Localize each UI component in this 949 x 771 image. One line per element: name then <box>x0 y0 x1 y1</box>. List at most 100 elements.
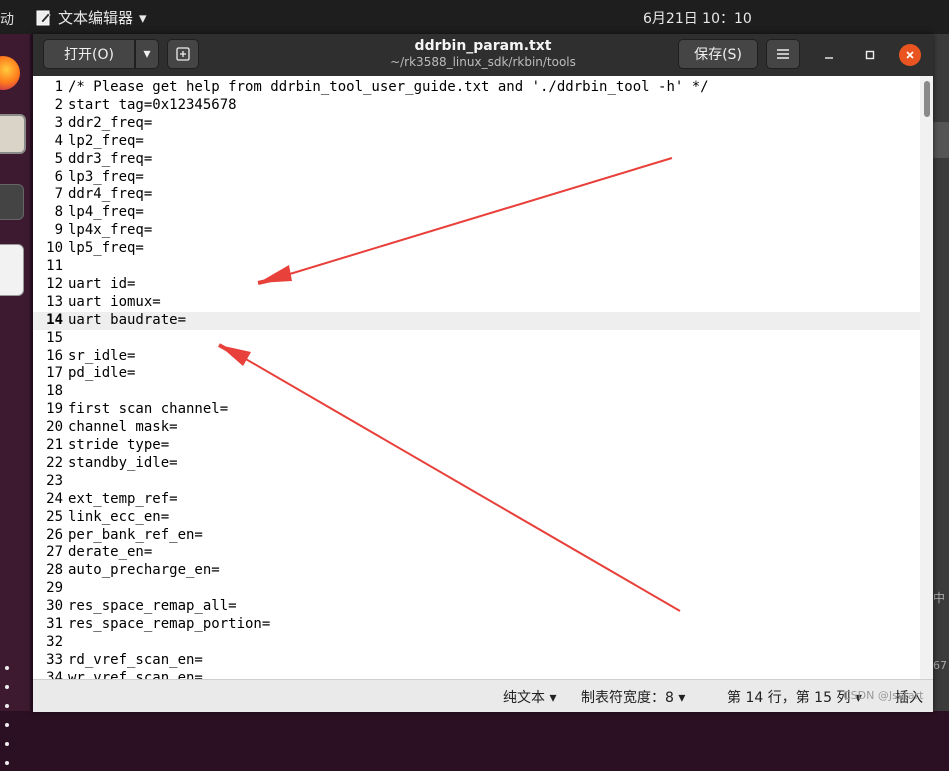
line-number: 16 <box>46 347 63 364</box>
text-editor-icon <box>36 10 51 25</box>
code-line[interactable]: 10 lp5_freq= <box>33 240 920 258</box>
code-line[interactable]: 23 <box>33 473 920 491</box>
code-line[interactable]: 18 <box>33 383 920 401</box>
app-menu[interactable]: 文本编辑器 ▾ <box>36 7 147 28</box>
vertical-scrollbar[interactable] <box>920 76 933 679</box>
save-button[interactable]: 保存(S) <box>678 39 758 69</box>
code-line[interactable]: 32 <box>33 634 920 652</box>
tab-width-selector[interactable]: 制表符宽度：8 ▾ <box>581 687 685 707</box>
watermark: CSDN @Jsstart <box>843 689 924 702</box>
new-tab-button[interactable] <box>167 39 199 69</box>
document-path: ~/rk3588_linux_sdk/rkbin/tools <box>390 55 576 69</box>
activities-button[interactable]: 动 <box>0 9 14 29</box>
close-icon <box>906 51 914 59</box>
line-number: 26 <box>46 526 63 543</box>
line-text: uart baudrate= <box>68 311 187 328</box>
code-line[interactable]: 2 start tag=0x12345678 <box>33 97 920 115</box>
line-number: 24 <box>46 490 63 507</box>
header-bar: 打开(O) ▾ ddrbin_param.txt ~/rk3588_linux_… <box>33 34 933 76</box>
scrollbar-thumb[interactable] <box>924 81 930 117</box>
maximize-button[interactable] <box>859 44 881 66</box>
code-line[interactable]: 22 standby_idle= <box>33 455 920 473</box>
code-line[interactable]: 31 res_space_remap_portion= <box>33 616 920 634</box>
terminal-icon[interactable] <box>0 184 24 220</box>
window-title: ddrbin_param.txt ~/rk3588_linux_sdk/rkbi… <box>353 38 613 69</box>
top-bar: 动 文本编辑器 ▾ 6月21日 10：10 <box>0 0 949 34</box>
background-window: 中 67 <box>933 34 949 711</box>
minimize-button[interactable] <box>818 44 840 66</box>
code-line[interactable]: 28 auto_precharge_en= <box>33 562 920 580</box>
code-line[interactable]: 34 wr_vref_scan_en= <box>33 670 920 679</box>
code-line[interactable]: 26 per_bank_ref_en= <box>33 527 920 545</box>
new-document-icon <box>176 47 190 61</box>
dock <box>0 34 30 765</box>
language-selector[interactable]: 纯文本 ▾ <box>503 687 556 707</box>
editor-window: 打开(O) ▾ ddrbin_param.txt ~/rk3588_linux_… <box>33 34 933 712</box>
code-line[interactable]: 27 derate_en= <box>33 544 920 562</box>
line-number: 31 <box>46 616 63 632</box>
line-text: derate_en= <box>68 544 153 561</box>
hamburger-menu-button[interactable] <box>766 39 800 69</box>
firefox-icon[interactable] <box>0 56 20 90</box>
line-text: stride type= <box>68 437 170 453</box>
line-number: 23 <box>46 472 63 489</box>
code-line[interactable]: 4 lp2_freq= <box>33 133 920 151</box>
current-line[interactable]: 14 uart baudrate= <box>33 311 920 330</box>
code-line[interactable]: 13 uart iomux= <box>33 294 920 312</box>
clock[interactable]: 6月21日 10：10 <box>643 8 752 28</box>
code-line[interactable]: 8 lp4_freq= <box>33 204 920 222</box>
code-line[interactable]: 11 <box>33 258 920 276</box>
code-line[interactable]: 16 sr_idle= <box>33 348 920 366</box>
code-line[interactable]: 15 <box>33 330 920 348</box>
line-number: 19 <box>46 401 63 418</box>
maximize-icon <box>865 50 875 60</box>
line-number: 4 <box>54 132 63 149</box>
open-button[interactable]: 打开(O) <box>43 39 135 69</box>
line-text: pd_idle= <box>68 365 136 382</box>
line-text: ddr4_freq= <box>68 186 153 203</box>
code-line[interactable]: 21 stride type= <box>33 437 920 455</box>
background-glyph: 中 <box>933 591 946 605</box>
code-line[interactable]: 9 lp4x_freq= <box>33 222 920 240</box>
line-text: per_bank_ref_en= <box>68 526 203 543</box>
code-line[interactable]: 33 rd_vref_scan_en= <box>33 652 920 670</box>
code-line[interactable]: 12 uart id= <box>33 276 920 294</box>
line-number: 14 <box>46 311 63 328</box>
cursor-position-selector[interactable]: 第 14 行，第 15 列 ▾ <box>727 687 862 707</box>
text-view[interactable]: 1 /* Please get help from ddrbin_tool_use… <box>33 76 920 679</box>
line-number: 5 <box>54 150 63 167</box>
show-apps-icon[interactable] <box>4 657 14 771</box>
code-line[interactable]: 17 pd_idle= <box>33 365 920 383</box>
code-line[interactable]: 19 first scan channel= <box>33 401 920 419</box>
line-number: 27 <box>46 544 63 561</box>
code-line[interactable]: 25 link_ecc_en= <box>33 509 920 527</box>
code-line[interactable]: 5 ddr3_freq= <box>33 151 920 169</box>
code-line[interactable]: 30 res_space_remap_all= <box>33 598 920 616</box>
code-line[interactable]: 24 ext_temp_ref= <box>33 491 920 509</box>
line-text: res_space_remap_all= <box>68 598 237 615</box>
code-line[interactable]: 20 channel mask= <box>33 419 920 437</box>
line-number: 9 <box>54 222 63 239</box>
code-line[interactable]: 6 lp3_freq= <box>33 169 920 187</box>
line-number: 10 <box>46 240 63 257</box>
files-icon[interactable] <box>0 114 26 154</box>
line-text: lp3_freq= <box>68 168 144 185</box>
line-text: start tag=0x12345678 <box>68 96 237 113</box>
close-button[interactable] <box>899 44 921 66</box>
line-text: lp5_freq= <box>68 240 144 257</box>
line-number: 20 <box>46 419 63 436</box>
code-line[interactable]: 7 ddr4_freq= <box>33 186 920 204</box>
line-text: uart iomux= <box>68 293 161 310</box>
text-editor-dock-icon[interactable] <box>0 244 24 296</box>
line-number: 15 <box>46 329 63 346</box>
open-dropdown-button[interactable]: ▾ <box>135 39 159 69</box>
line-text: lp4x_freq= <box>68 222 153 239</box>
line-text: channel mask= <box>68 419 178 436</box>
code-line[interactable]: 29 <box>33 580 920 598</box>
code-line[interactable]: 1 /* Please get help from ddrbin_tool_use… <box>33 79 920 97</box>
code-line[interactable]: 3 ddr2_freq= <box>33 115 920 133</box>
line-number: 7 <box>54 186 63 203</box>
line-text: ddr3_freq= <box>68 150 153 167</box>
background-window-strip <box>933 122 949 158</box>
line-text: standby_idle= <box>68 454 178 471</box>
